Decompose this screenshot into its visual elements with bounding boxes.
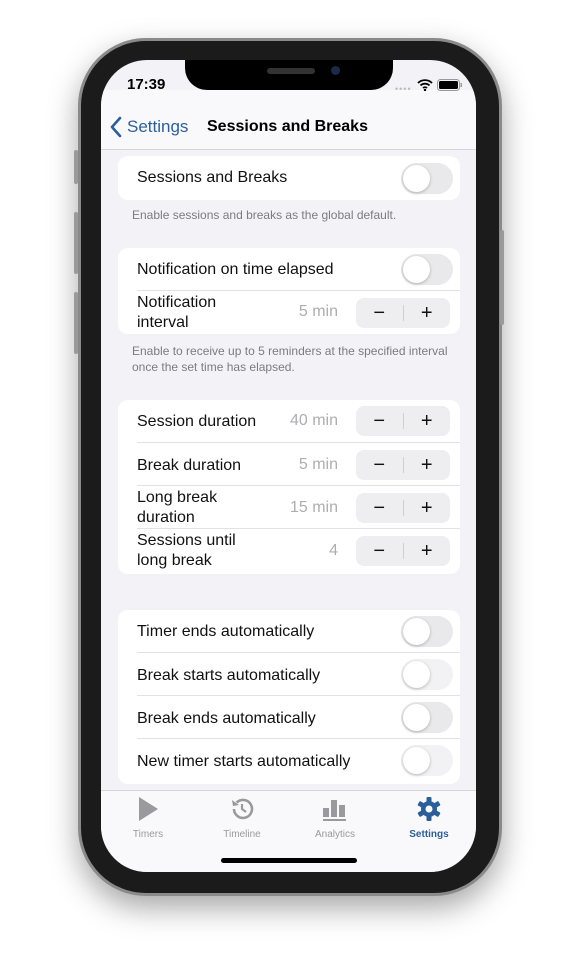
session-duration-row: Session duration 40 min − +	[118, 400, 460, 443]
new-timer-starts-toggle[interactable]	[401, 745, 453, 776]
break-ends-toggle[interactable]	[401, 702, 453, 733]
increment-button[interactable]: +	[404, 493, 451, 523]
wifi-icon	[417, 79, 433, 91]
new-timer-starts-row: New timer starts automatically	[118, 739, 460, 782]
tab-label: Timeline	[223, 829, 261, 840]
row-value: 5 min	[298, 303, 338, 320]
durations-card: Session duration 40 min − + Break duratio…	[118, 400, 460, 574]
home-indicator[interactable]	[221, 858, 357, 863]
power-button	[500, 230, 504, 325]
volume-up-button	[74, 212, 78, 274]
row-value: 15 min	[289, 499, 338, 516]
notification-elapsed-row: Notification on time elapsed	[118, 248, 460, 291]
decrement-button[interactable]: −	[356, 406, 403, 436]
battery-icon	[437, 79, 462, 91]
row-label: Timer ends automatically	[137, 623, 315, 640]
increment-button[interactable]: +	[404, 450, 451, 480]
row-label: Break duration	[137, 457, 242, 474]
row-value: 5 min	[298, 456, 338, 473]
sessions-and-breaks-toggle[interactable]	[401, 163, 453, 194]
sessions-until-long-break-row: Sessions until long break 4 − +	[118, 529, 460, 572]
sessions-card: Sessions and Breaks	[118, 156, 460, 200]
volume-down-button	[74, 292, 78, 354]
row-label: Sessions until long break	[137, 532, 236, 569]
tab-timeline[interactable]: Timeline	[202, 796, 282, 840]
decrement-button[interactable]: −	[356, 536, 403, 566]
break-starts-toggle[interactable]	[401, 659, 453, 690]
row-label: Session duration	[137, 413, 257, 430]
automation-card: Timer ends automatically Break starts au…	[118, 610, 460, 784]
row-label: Notification interval	[137, 294, 217, 331]
decrement-button[interactable]: −	[356, 450, 403, 480]
history-icon	[232, 798, 254, 820]
increment-button[interactable]: +	[404, 536, 451, 566]
row-value: 4	[329, 542, 338, 559]
decrement-button[interactable]: −	[356, 493, 403, 523]
bar-chart-icon	[323, 800, 346, 821]
tab-timers[interactable]: Timers	[108, 796, 188, 840]
tab-analytics[interactable]: Analytics	[295, 796, 375, 840]
page-title: Sessions and Breaks	[207, 118, 368, 135]
row-label: Break starts automatically	[137, 667, 321, 684]
increment-button[interactable]: +	[404, 298, 451, 328]
decrement-button[interactable]: −	[356, 298, 403, 328]
row-value: 40 min	[289, 412, 338, 429]
tab-label: Timers	[132, 829, 164, 840]
break-duration-stepper[interactable]: − +	[356, 450, 450, 480]
back-label: Settings	[127, 117, 189, 136]
break-starts-row: Break starts automatically	[118, 653, 460, 696]
row-label: Break ends automatically	[137, 710, 316, 727]
section-footer: Enable to receive up to 5 reminders at t…	[132, 344, 448, 374]
status-time: 17:39	[127, 76, 166, 93]
tab-label: Settings	[409, 829, 449, 840]
chevron-left-icon	[110, 116, 122, 138]
screen: 17:39 •••• Settings Sessions and Breaks …	[101, 60, 476, 872]
section-footer: Enable sessions and breaks as the global…	[132, 208, 397, 222]
tab-settings[interactable]: Settings	[389, 796, 469, 840]
break-duration-row: Break duration 5 min − +	[118, 443, 460, 486]
sessions-until-long-break-stepper[interactable]: − +	[356, 536, 450, 566]
long-break-duration-row: Long break duration 15 min − +	[118, 486, 460, 529]
row-label: Notification on time elapsed	[137, 261, 334, 278]
gear-icon	[417, 797, 441, 821]
sessions-and-breaks-row: Sessions and Breaks	[118, 156, 460, 200]
back-button[interactable]: Settings	[109, 116, 188, 138]
long-break-duration-stepper[interactable]: − +	[356, 493, 450, 523]
row-label: Sessions and Breaks	[137, 169, 288, 186]
timer-ends-toggle[interactable]	[401, 616, 453, 647]
notification-interval-row: Notification interval 5 min − +	[118, 291, 460, 334]
increment-button[interactable]: +	[404, 406, 451, 436]
notch	[185, 60, 393, 90]
play-icon	[139, 797, 158, 821]
signal-icon: ••••	[395, 84, 412, 94]
row-label: Long break duration	[137, 489, 218, 526]
notification-card: Notification on time elapsed Notificatio…	[118, 248, 460, 334]
mute-switch	[74, 150, 78, 184]
break-ends-row: Break ends automatically	[118, 696, 460, 739]
notification-interval-stepper[interactable]: − +	[356, 298, 450, 328]
tab-label: Analytics	[314, 829, 355, 840]
notification-elapsed-toggle[interactable]	[401, 254, 453, 285]
session-duration-stepper[interactable]: − +	[356, 406, 450, 436]
timer-ends-row: Timer ends automatically	[118, 610, 460, 653]
row-label: New timer starts automatically	[137, 753, 351, 770]
